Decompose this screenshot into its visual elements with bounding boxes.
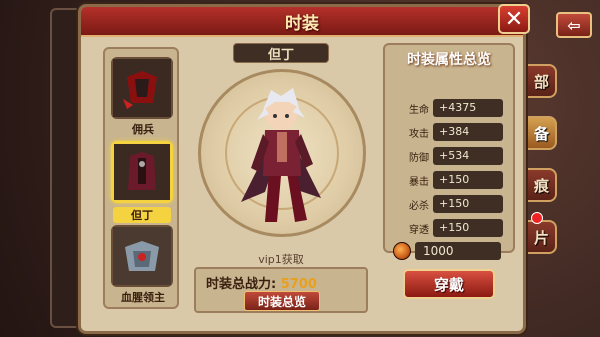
power-value: 5700 bbox=[280, 277, 317, 292]
costume-label-mercenary: 佣兵 bbox=[132, 123, 154, 136]
close-icon: ✕ bbox=[504, 6, 524, 32]
costume-label-blood-lord: 血腥领主 bbox=[121, 291, 165, 304]
costume-label-dante: 但丁 bbox=[113, 207, 171, 223]
wear-button[interactable]: 穿戴 bbox=[403, 269, 495, 299]
costume-overview-button[interactable]: 时装总览 bbox=[244, 291, 320, 311]
attribute-title: 时装属性总览 bbox=[407, 52, 491, 68]
costume-list: 佣兵 但丁 血腥领主 bbox=[103, 47, 179, 309]
attribute-panel: 时装属性总览 生命 +4375 攻击 +384 防御 +534 暴击 +150 … bbox=[383, 43, 515, 260]
currency-icon bbox=[393, 242, 411, 260]
dante-costume-icon bbox=[114, 144, 170, 200]
costume-slot-dante[interactable] bbox=[111, 141, 173, 203]
dialog-title: 时装 bbox=[285, 13, 319, 34]
costume-slot-blood-lord[interactable] bbox=[111, 225, 173, 287]
dante-character-icon bbox=[241, 88, 321, 222]
mercenary-costume-icon bbox=[113, 59, 171, 117]
cost-value: 1000 bbox=[415, 242, 501, 260]
back-button[interactable]: ⇦ bbox=[556, 12, 592, 38]
blood-lord-costume-icon bbox=[113, 227, 171, 285]
title-bar: 时装 bbox=[81, 7, 523, 37]
notification-dot bbox=[531, 212, 543, 224]
attr-row-attack: 攻击 +384 bbox=[393, 123, 505, 141]
costume-slot-mercenary[interactable] bbox=[111, 57, 173, 119]
costume-source: vip1获取 bbox=[258, 253, 304, 266]
attr-row-ultimate: 必杀 +150 bbox=[393, 195, 505, 213]
power-panel: 时装总战力: 5700 时装总览 bbox=[194, 267, 368, 313]
cost-row: 1000 bbox=[393, 241, 509, 261]
close-button[interactable]: ✕ bbox=[498, 4, 530, 34]
attr-row-defense: 防御 +534 bbox=[393, 147, 505, 165]
power-label: 时装总战力: bbox=[206, 277, 277, 292]
attr-row-penetration: 穿透 +150 bbox=[393, 219, 505, 237]
back-arrow-icon: ⇦ bbox=[567, 15, 581, 35]
attr-row-hp: 生命 +4375 bbox=[393, 99, 505, 117]
costume-dialog: 时装 佣兵 但丁 血腥领主 但丁 vip1获取 时装总战力: 5700 时装总览… bbox=[78, 4, 526, 334]
character-display-circle bbox=[198, 69, 366, 237]
attr-row-crit: 暴击 +150 bbox=[393, 171, 505, 189]
character-name: 但丁 bbox=[233, 43, 329, 63]
